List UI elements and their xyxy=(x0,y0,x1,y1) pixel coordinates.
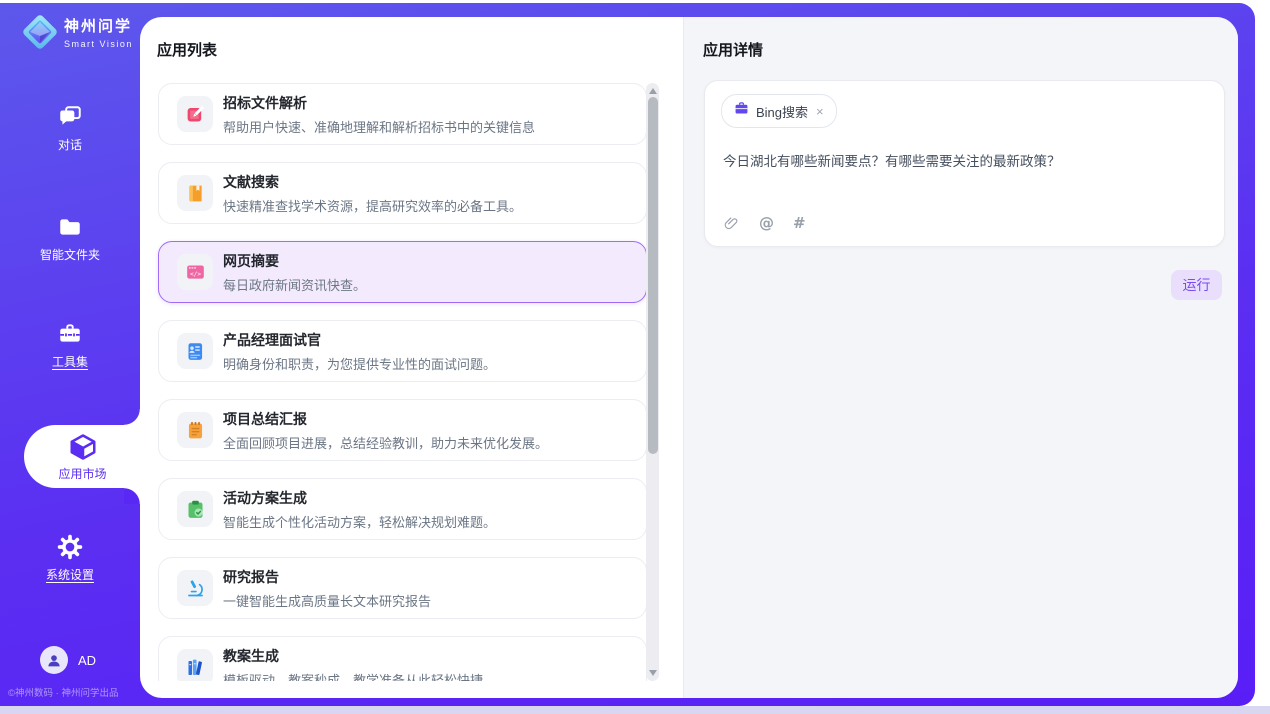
tool-chip-label: Bing搜索 xyxy=(756,102,808,121)
scroll-up-arrow-icon[interactable] xyxy=(649,88,657,94)
user-name: AD xyxy=(78,653,96,668)
sidebar-item-chat[interactable]: 对话 xyxy=(0,104,140,153)
app-description: 全面回顾项目进展，总结经验教训，助力未来优化发展。 xyxy=(223,433,548,452)
bottom-strip xyxy=(0,706,1270,714)
app-name: 文献搜索 xyxy=(223,172,522,192)
app-list-scroll-area: 招标文件解析帮助用户快速、准确地理解和解析招标书中的关键信息文献搜索快速精准查找… xyxy=(140,83,683,681)
app-description: 帮助用户快速、准确地理解和解析招标书中的关键信息 xyxy=(223,117,535,136)
brand-subtitle: Smart Vision xyxy=(64,39,133,49)
app-card-text: 活动方案生成智能生成个性化活动方案，轻松解决规划难题。 xyxy=(223,488,496,531)
sidebar-item-app-market[interactable]: 应用市场 xyxy=(24,425,141,488)
diamond-logo-icon xyxy=(20,12,60,52)
svg-text:</>: </> xyxy=(189,271,200,278)
book-icon xyxy=(177,175,213,211)
chat-icon xyxy=(57,104,83,130)
app-name: 网页摘要 xyxy=(223,251,366,271)
app-name: 产品经理面试官 xyxy=(223,330,496,350)
books-icon xyxy=(177,649,213,681)
app-description: 模板驱动，教案秒成，教学准备从此轻松快捷 xyxy=(223,670,483,682)
app-card[interactable]: 文献搜索快速精准查找学术资源，提高研究效率的必备工具。 xyxy=(158,162,647,224)
microscope-icon xyxy=(177,570,213,606)
prompt-card: Bing搜索 × 今日湖北有哪些新闻要点？有哪些需要关注的最新政策？ @# xyxy=(704,80,1225,247)
brand-title: 神州问学 xyxy=(64,15,133,36)
scroll-down-arrow-icon[interactable] xyxy=(649,670,657,676)
app-detail-title: 应用详情 xyxy=(703,39,763,60)
app-card-text: 教案生成模板驱动，教案秒成，教学准备从此轻松快捷 xyxy=(223,646,483,682)
sidebar-item-settings[interactable]: 系统设置 xyxy=(0,534,140,583)
app-name: 活动方案生成 xyxy=(223,488,496,508)
app-card[interactable]: 研究报告一键智能生成高质量长文本研究报告 xyxy=(158,557,647,619)
copyright-note: ©神州数码 · 神州问学出品 xyxy=(8,685,158,699)
app-detail-panel: 应用详情 Bing搜索 × 今日湖北有哪些新闻要点？有哪些需要关注的最新政策？ … xyxy=(683,17,1238,698)
app-card[interactable]: 活动方案生成智能生成个性化活动方案，轻松解决规划难题。 xyxy=(158,478,647,540)
app-name: 招标文件解析 xyxy=(223,93,535,113)
content-panel: 应用列表 招标文件解析帮助用户快速、准确地理解和解析招标书中的关键信息文献搜索快… xyxy=(140,17,1238,698)
edit-icon xyxy=(177,96,213,132)
clipboard-check-icon xyxy=(177,491,213,527)
app-description: 智能生成个性化活动方案，轻松解决规划难题。 xyxy=(223,512,496,531)
at-icon[interactable]: @ xyxy=(759,214,774,232)
user-avatar-icon xyxy=(40,646,68,674)
sidebar-item-smart-folders[interactable]: 智能文件夹 xyxy=(0,214,140,263)
sidebar-item-label: 应用市场 xyxy=(58,465,106,482)
app-list-title: 应用列表 xyxy=(157,39,217,60)
app-card-text: 网页摘要每日政府新闻资讯快查。 xyxy=(223,251,366,294)
app-description: 每日政府新闻资讯快查。 xyxy=(223,275,366,294)
app-card[interactable]: 项目总结汇报全面回顾项目进展，总结经验教训，助力未来优化发展。 xyxy=(158,399,647,461)
app-card[interactable]: </> 网页摘要每日政府新闻资讯快查。 xyxy=(158,241,647,303)
app-name: 教案生成 xyxy=(223,646,483,666)
app-name: 研究报告 xyxy=(223,567,431,587)
sidebar-item-toolset[interactable]: 工具集 xyxy=(0,321,140,370)
gear-icon xyxy=(57,534,83,560)
browser-code-icon: </> xyxy=(177,254,213,290)
sidebar-item-label: 系统设置 xyxy=(46,566,94,583)
briefcase-icon xyxy=(734,101,749,121)
prompt-input[interactable]: 今日湖北有哪些新闻要点？有哪些需要关注的最新政策？ xyxy=(723,150,1208,170)
sidebar: 神州问学 Smart Vision 对话智能文件夹工具集应用市场系统设置 AD … xyxy=(0,0,140,706)
app-card[interactable]: 招标文件解析帮助用户快速、准确地理解和解析招标书中的关键信息 xyxy=(158,83,647,145)
interview-doc-icon xyxy=(177,333,213,369)
app-description: 明确身份和职责，为您提供专业性的面试问题。 xyxy=(223,354,496,373)
scrollbar-track xyxy=(646,83,659,681)
app-card-text: 文献搜索快速精准查找学术资源，提高研究效率的必备工具。 xyxy=(223,172,522,215)
toolbox-icon xyxy=(57,321,83,347)
app-card-list: 招标文件解析帮助用户快速、准确地理解和解析招标书中的关键信息文献搜索快速精准查找… xyxy=(158,83,647,681)
app-card[interactable]: 教案生成模板驱动，教案秒成，教学准备从此轻松快捷 xyxy=(158,636,647,681)
app-card[interactable]: 产品经理面试官明确身份和职责，为您提供专业性的面试问题。 xyxy=(158,320,647,382)
chip-close-icon[interactable]: × xyxy=(816,105,824,118)
run-button[interactable]: 运行 xyxy=(1171,270,1222,300)
app-description: 一键智能生成高质量长文本研究报告 xyxy=(223,591,431,610)
app-card-text: 项目总结汇报全面回顾项目进展，总结经验教训，助力未来优化发展。 xyxy=(223,409,548,452)
brand-logo: 神州问学 Smart Vision xyxy=(20,12,133,52)
scrollbar-thumb[interactable] xyxy=(648,97,658,454)
sidebar-item-label: 智能文件夹 xyxy=(40,246,100,263)
hash-icon[interactable]: # xyxy=(793,214,806,232)
paperclip-icon[interactable] xyxy=(723,215,740,232)
notepad-icon xyxy=(177,412,213,448)
app-name: 项目总结汇报 xyxy=(223,409,548,429)
user-account[interactable]: AD xyxy=(40,646,96,674)
composer-toolbar: @# xyxy=(723,214,806,232)
app-description: 快速精准查找学术资源，提高研究效率的必备工具。 xyxy=(223,196,522,215)
app-card-text: 招标文件解析帮助用户快速、准确地理解和解析招标书中的关键信息 xyxy=(223,93,535,136)
tool-chip-bing-search[interactable]: Bing搜索 × xyxy=(721,94,837,128)
folder-icon xyxy=(57,214,83,240)
sidebar-item-label: 对话 xyxy=(58,136,82,153)
app-card-text: 产品经理面试官明确身份和职责，为您提供专业性的面试问题。 xyxy=(223,330,496,373)
cube-icon xyxy=(68,432,98,462)
app-card-text: 研究报告一键智能生成高质量长文本研究报告 xyxy=(223,567,431,610)
sidebar-item-label: 工具集 xyxy=(52,353,88,370)
